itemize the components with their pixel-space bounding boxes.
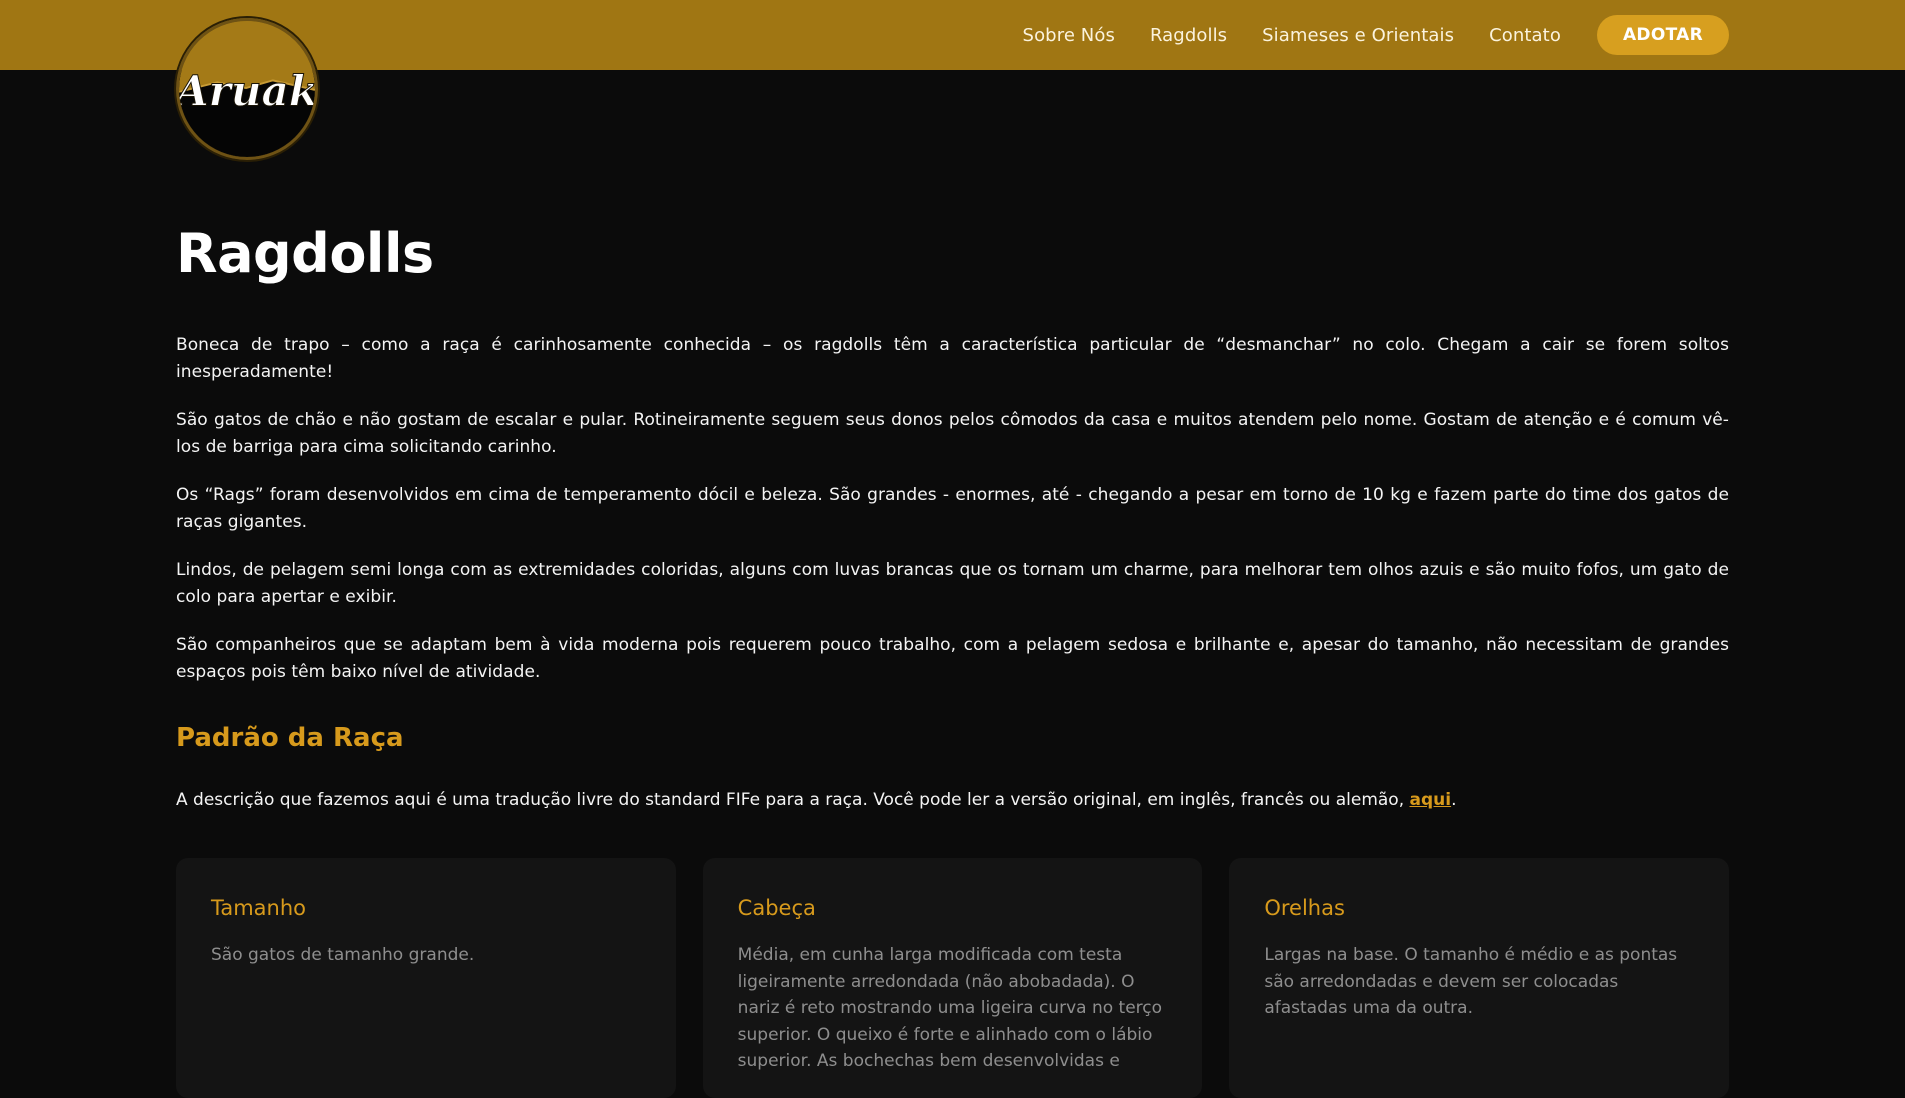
card-text: Largas na base. O tamanho é médio e as p… [1264, 945, 1678, 1018]
logo-text: Aruak [179, 65, 315, 115]
nav-link-contato[interactable]: Contato [1489, 25, 1561, 46]
main-nav: Sobre Nós Ragdolls Siameses e Orientais … [1023, 0, 1729, 70]
intro-end-punct: . [1451, 790, 1457, 810]
card-cabeca: Cabeça Média, em cunha larga modificada … [702, 858, 1203, 1098]
logo-emblem-icon: Aruak [179, 21, 315, 157]
card-text: Média, em cunha larga modificada com tes… [737, 945, 1163, 1071]
card-title: Tamanho [211, 896, 307, 920]
adotar-button[interactable]: ADOTAR [1596, 15, 1729, 55]
paragraph-1: Boneca de trapo – como a raça é carinhos… [176, 335, 1729, 382]
card-title: Orelhas [1264, 896, 1345, 920]
breed-standard-heading: Padrão da Raça [176, 723, 404, 753]
card-title: Cabeça [737, 896, 816, 920]
page-title: Ragdolls [176, 222, 434, 285]
paragraph-5: São companheiros que se adaptam bem à vi… [176, 635, 1729, 682]
card-text: São gatos de tamanho grande. [211, 945, 475, 965]
breed-standard-intro-text: A descrição que fazemos aqui é uma tradu… [176, 790, 1410, 810]
brand-logo[interactable]: Aruak [176, 18, 318, 160]
nav-link-ragdolls[interactable]: Ragdolls [1150, 25, 1227, 46]
card-orelhas: Orelhas Largas na base. O tamanho é médi… [1229, 858, 1730, 1098]
card-tamanho: Tamanho São gatos de tamanho grande. [176, 858, 676, 1098]
paragraph-3: Os “Rags” foram desenvolvidos em cima de… [176, 485, 1729, 532]
breed-standard-intro: A descrição que fazemos aqui é uma tradu… [176, 787, 1729, 813]
nav-link-siameses-orientais[interactable]: Siameses e Orientais [1262, 25, 1454, 46]
paragraph-4: Lindos, de pelagem semi longa com as ext… [176, 560, 1729, 607]
breed-standard-cards: Tamanho São gatos de tamanho grande. Cab… [176, 858, 1730, 1098]
main-content: Ragdolls Boneca de trapo – como a raça é… [176, 218, 1730, 1098]
nav-link-sobre-nos[interactable]: Sobre Nós [1023, 25, 1115, 46]
paragraph-2: São gatos de chão e não gostam de escala… [176, 410, 1729, 457]
original-standard-link[interactable]: aqui [1410, 790, 1452, 810]
